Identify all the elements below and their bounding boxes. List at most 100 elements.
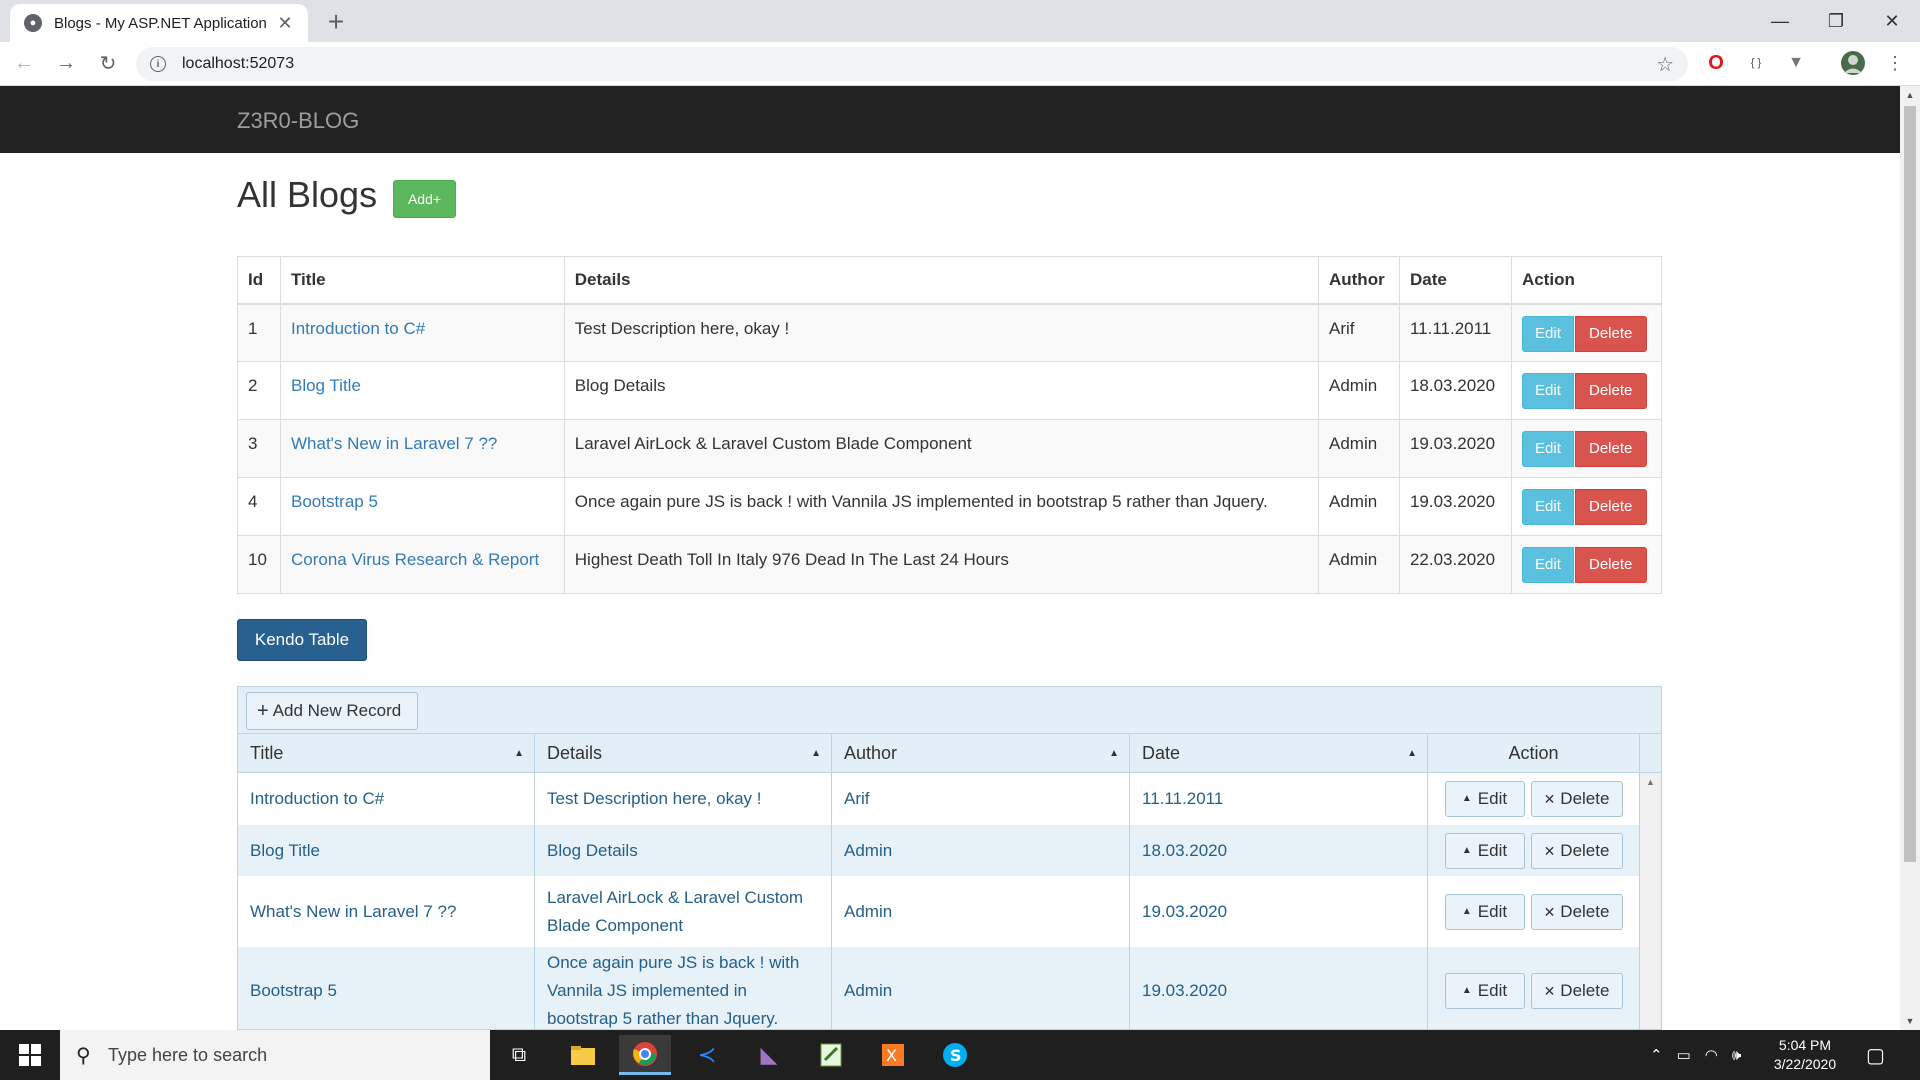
grid-delete-button[interactable]: ✕ Delete (1530, 781, 1623, 817)
add-blog-button[interactable]: Add+ (393, 180, 456, 218)
grid-header-author-label: Author (844, 742, 898, 763)
wifi-icon[interactable]: ◠ (1705, 1046, 1718, 1064)
edit-button[interactable]: Edit (1521, 489, 1574, 525)
reload-icon[interactable]: ↻ (90, 46, 126, 82)
taskbar-search[interactable]: ⚲ Type here to search (60, 1030, 490, 1080)
grid-body: Introduction to C# Test Description here,… (238, 773, 1640, 1029)
blog-title-link[interactable]: Bootstrap 5 (291, 492, 378, 511)
scrollbar-thumb[interactable] (1904, 106, 1916, 862)
cell-action: Edit Delete (1510, 477, 1663, 536)
grid-edit-button[interactable]: ▲ Edit (1444, 781, 1525, 817)
cell-author: Arif (1317, 303, 1400, 362)
cell-date: 19.03.2020 (1398, 419, 1512, 478)
minimize-icon[interactable]: — (1752, 0, 1808, 42)
edit-button[interactable]: Edit (1521, 431, 1574, 467)
sort-asc-icon: ▲ (1109, 747, 1119, 759)
edit-icon: ▲ (1461, 905, 1472, 917)
grid-row[interactable]: Blog Title Blog Details Admin 18.03.2020 ▲ Ed… (238, 825, 1640, 876)
task-view-icon[interactable]: ⧉ (493, 1035, 545, 1075)
json-extension-icon[interactable]: { } (1743, 50, 1769, 76)
edit-button[interactable]: Edit (1521, 315, 1574, 352)
info-icon[interactable]: i (150, 56, 166, 72)
close-window-icon[interactable]: ✕ (1864, 0, 1920, 42)
opera-icon[interactable]: O (1703, 50, 1729, 76)
grid-row[interactable]: What's New in Laravel 7 ?? Laravel AirLoc… (238, 876, 1640, 947)
windows-start-icon[interactable] (0, 1030, 60, 1080)
show-hidden-icons-icon[interactable]: ⌃ (1650, 1046, 1663, 1064)
windows-taskbar: ⚲ Type here to search ⧉ ≺ ◣ X S ⌃ ▭ ◠ 🕪 … (0, 1030, 1920, 1080)
grid-delete-button[interactable]: ✕ Delete (1530, 832, 1623, 869)
visual-studio-icon[interactable]: ◣ (743, 1035, 795, 1075)
forward-icon[interactable]: → (48, 46, 84, 82)
grid-delete-label: Delete (1560, 901, 1610, 921)
cell-details: Blog Details (563, 361, 1319, 420)
file-explorer-icon[interactable] (557, 1035, 609, 1075)
close-icon: ✕ (1543, 983, 1556, 999)
volume-icon[interactable]: 🕪 (1732, 1047, 1741, 1064)
edit-button[interactable]: Edit (1521, 547, 1574, 583)
grid-edit-label: Edit (1477, 981, 1508, 1000)
notepad-icon[interactable] (805, 1035, 857, 1075)
bookmark-star-icon[interactable]: ☆ (1656, 52, 1674, 77)
page-scrollbar[interactable]: ▲ ▼ (1900, 86, 1920, 1030)
blog-title-link[interactable]: Introduction to C# (291, 319, 425, 338)
grid-delete-button[interactable]: ✕ Delete (1530, 893, 1623, 930)
scroll-down-icon[interactable]: ▼ (1904, 1016, 1916, 1026)
grid-delete-button[interactable]: ✕ Delete (1530, 973, 1623, 1009)
avatar[interactable] (1840, 50, 1866, 76)
cell-details: Laravel AirLock & Laravel Custom Blade C… (563, 419, 1319, 478)
scroll-up-icon[interactable]: ▲ (1904, 90, 1916, 100)
delete-button[interactable]: Delete (1574, 547, 1647, 583)
menu-kebab-icon[interactable]: ⋮ (1882, 50, 1908, 76)
new-tab-button[interactable]: + (318, 6, 354, 38)
notifications-icon[interactable]: ▢ (1866, 1030, 1885, 1080)
grid-header-author[interactable]: Author ▲ (832, 734, 1130, 772)
delete-button[interactable]: Delete (1574, 315, 1647, 352)
battery-icon[interactable]: ▭ (1677, 1046, 1691, 1064)
back-icon[interactable]: ← (6, 46, 42, 82)
delete-button[interactable]: Delete (1574, 489, 1647, 525)
grid-edit-button[interactable]: ▲ Edit (1444, 893, 1525, 930)
taskbar-clock[interactable]: 5:04 PM 3/22/2020 (1760, 1036, 1850, 1074)
grid-header-action-label: Action (1508, 742, 1559, 763)
cell-action: Edit Delete (1510, 303, 1663, 362)
cell-details: Once again pure JS is back ! with Vannil… (563, 477, 1319, 536)
vscode-icon[interactable]: ≺ (681, 1035, 733, 1075)
browser-tab[interactable]: ● Blogs - My ASP.NET Application ✕ (10, 4, 308, 42)
cell-id: 4 (237, 477, 281, 536)
grid-edit-button[interactable]: ▲ Edit (1444, 832, 1525, 869)
grid-header-date[interactable]: Date ▲ (1130, 734, 1428, 772)
kendo-table-button[interactable]: Kendo Table (237, 619, 367, 661)
skype-icon[interactable]: S (929, 1035, 981, 1075)
plus-icon: + (257, 699, 269, 722)
address-bar[interactable]: i localhost:52073 ☆ (136, 47, 1688, 81)
grid-edit-label: Edit (1477, 789, 1508, 808)
close-tab-icon[interactable]: ✕ (276, 13, 294, 34)
edit-button[interactable]: Edit (1521, 373, 1574, 409)
chrome-icon[interactable] (619, 1035, 671, 1075)
grid-header-details[interactable]: Details ▲ (535, 734, 832, 772)
grid-toolbar: + Add New Record (238, 687, 1661, 733)
xampp-icon[interactable]: X (867, 1035, 919, 1075)
restore-icon[interactable]: ❐ (1808, 0, 1864, 42)
grid-cell-action: ▲ Edit ✕ Delete (1428, 773, 1640, 825)
blog-title-link[interactable]: Blog Title (291, 376, 361, 395)
blog-title-link[interactable]: What's New in Laravel 7 ?? (291, 434, 497, 453)
cell-title: Introduction to C# (279, 303, 565, 362)
delete-button[interactable]: Delete (1574, 431, 1647, 467)
add-new-record-button[interactable]: + Add New Record (246, 692, 418, 730)
blog-title-link[interactable]: Corona Virus Research & Report (291, 550, 539, 569)
vue-devtools-icon[interactable]: ▼ (1783, 50, 1809, 76)
grid-cell-author: Admin (832, 876, 1130, 947)
grid-row[interactable]: Bootstrap 5 Once again pure JS is back ! … (238, 947, 1640, 1029)
cell-details: Highest Death Toll In Italy 976 Dead In … (563, 535, 1319, 594)
grid-edit-button[interactable]: ▲ Edit (1444, 973, 1525, 1009)
grid-header-action: Action (1428, 734, 1640, 772)
grid-row[interactable]: Introduction to C# Test Description here,… (238, 773, 1640, 825)
grid-cell-date: 18.03.2020 (1130, 825, 1428, 876)
grid-scrollbar[interactable]: ▲ (1640, 773, 1661, 1029)
site-brand[interactable]: Z3R0-BLOG (237, 108, 359, 134)
grid-header-title[interactable]: Title ▲ (238, 734, 535, 772)
scroll-up-icon[interactable]: ▲ (1640, 777, 1661, 787)
delete-button[interactable]: Delete (1574, 373, 1647, 409)
